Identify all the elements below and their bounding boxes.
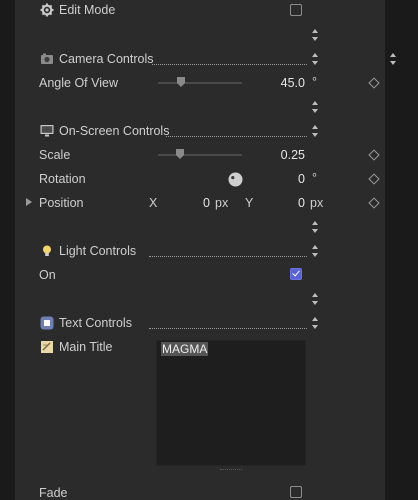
light-controls-dropdown[interactable] <box>311 245 319 257</box>
camera-controls-dots <box>152 63 307 65</box>
text-controls-dots <box>149 327 307 329</box>
position-y-value[interactable]: 0 <box>285 196 305 210</box>
scale-slider[interactable] <box>158 154 242 156</box>
rotation-value[interactable]: 0 <box>270 172 305 186</box>
textarea-resize-handle[interactable] <box>220 467 242 470</box>
scale-value[interactable]: 0.25 <box>270 148 305 162</box>
angle-of-view-label: Angle Of View <box>39 76 118 90</box>
rotation-unit: ° <box>312 171 317 185</box>
fade-checkbox[interactable] <box>290 486 302 498</box>
position-x-value[interactable]: 0 <box>190 196 210 210</box>
position-x-label: X <box>149 196 158 210</box>
position-stepper[interactable] <box>311 221 319 233</box>
position-x-unit: px <box>215 196 229 210</box>
angle-of-view-unit: ° <box>312 75 317 89</box>
rotation-label: Rotation <box>39 172 86 186</box>
angle-of-view-stepper[interactable] <box>311 101 319 113</box>
position-y-label: Y <box>245 196 254 210</box>
position-label: Position <box>39 196 84 210</box>
panel-chevron[interactable] <box>389 53 397 65</box>
text-controls-title: Text Controls <box>59 316 132 330</box>
main-title-label: Main Title <box>59 340 113 354</box>
onscreen-controls-title: On-Screen Controls <box>59 124 170 138</box>
camera-controls-dropdown[interactable] <box>311 53 319 65</box>
angle-of-view-value[interactable]: 45.0 <box>270 76 305 90</box>
onscreen-controls-dropdown[interactable] <box>311 125 319 137</box>
gear-icon <box>40 3 54 17</box>
text-controls-dropdown[interactable] <box>311 317 319 329</box>
light-on-checkbox[interactable] <box>290 268 302 280</box>
angle-of-view-slider[interactable] <box>158 82 242 84</box>
main-title-text[interactable]: MAGMA <box>161 342 209 356</box>
monitor-icon <box>40 125 54 137</box>
light-controls-dots <box>149 255 307 257</box>
edit-mode-stepper[interactable] <box>311 29 319 41</box>
note-icon <box>41 341 53 353</box>
text-box-icon <box>40 316 54 330</box>
lightbulb-icon <box>43 245 51 256</box>
main-title-textarea[interactable]: MAGMA <box>156 340 306 466</box>
camera-controls-title: Camera Controls <box>59 52 154 66</box>
scale-label: Scale <box>39 148 71 162</box>
position-y-unit: px <box>310 196 324 210</box>
edit-mode-label: Edit Mode <box>59 3 116 17</box>
edit-mode-checkbox[interactable] <box>290 4 302 16</box>
light-on-label: On <box>39 268 56 282</box>
disclosure-triangle-icon[interactable] <box>25 197 33 207</box>
light-controls-title: Light Controls <box>59 244 137 258</box>
onscreen-controls-dots <box>166 135 307 137</box>
camera-icon <box>41 53 53 64</box>
light-on-stepper[interactable] <box>311 293 319 305</box>
rotation-dial-icon[interactable] <box>228 172 243 187</box>
fade-label: Fade <box>39 486 68 500</box>
